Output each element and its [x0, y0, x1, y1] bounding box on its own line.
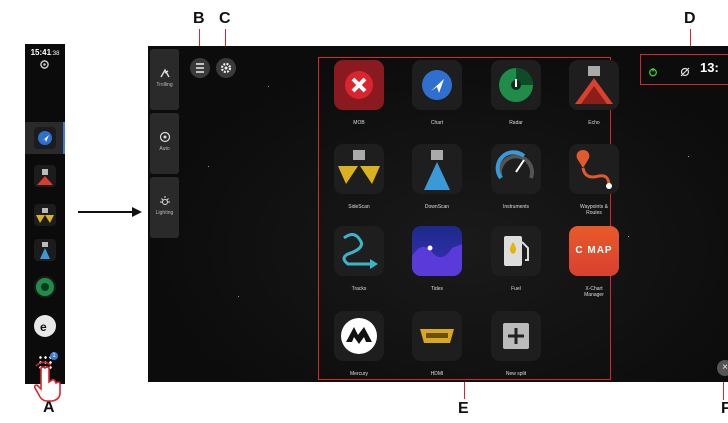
autopilot-icon	[159, 131, 170, 143]
mini-selected-indicator	[63, 122, 65, 154]
mini-sidescan-icon[interactable]	[34, 204, 56, 226]
app-label: Fuel	[511, 286, 521, 292]
mini-apps-badge: 1	[50, 352, 58, 360]
app-label: MOB	[353, 120, 365, 126]
app-label: Waypoints & Routes	[580, 204, 608, 216]
app-label: Chart	[430, 120, 444, 126]
settings-button[interactable]	[216, 58, 236, 78]
waypoints-icon	[569, 144, 619, 194]
echo-icon	[569, 60, 619, 110]
side-button-trolling[interactable]: Trolling	[150, 49, 179, 110]
callout-b: B	[193, 10, 205, 27]
callout-f: F	[721, 400, 728, 417]
app-label: Instruments	[502, 204, 530, 210]
app-radar[interactable]: Radar	[478, 60, 554, 140]
plus-icon	[491, 311, 541, 361]
app-tracks[interactable]: Tracks	[321, 226, 397, 306]
app-label: Echo	[588, 120, 600, 126]
mini-add-icon[interactable]: e	[34, 315, 56, 337]
app-label: DownScan	[424, 204, 450, 210]
app-waypoints[interactable]: Waypoints & Routes	[556, 144, 632, 224]
side-button-label: Lighting	[155, 210, 174, 216]
mini-clock-main: 15:41	[30, 48, 52, 57]
side-button-auto[interactable]: Auto	[150, 113, 179, 174]
app-label: HDMI	[430, 371, 444, 377]
status-area[interactable]: 13: Sa	[640, 58, 728, 84]
mini-radar-icon[interactable]	[34, 276, 56, 298]
lighting-icon	[159, 196, 170, 205]
arrow-icon	[78, 207, 142, 217]
trolling-icon	[159, 68, 170, 78]
mini-clock: 15:41:38	[25, 48, 65, 57]
close-button[interactable]: ×	[717, 360, 728, 376]
list-icon	[196, 63, 204, 73]
app-fuel[interactable]: Fuel	[478, 226, 554, 306]
callout-e-line	[464, 381, 465, 399]
app-label: X-Chart Manager	[584, 286, 604, 298]
callout-d: D	[684, 10, 696, 27]
hdmi-icon	[412, 311, 462, 361]
satellite-icon	[680, 67, 690, 77]
gear-icon	[220, 62, 232, 74]
app-tides[interactable]: Tides	[399, 226, 475, 306]
app-downscan[interactable]: DownScan	[399, 144, 475, 224]
callout-d-line	[690, 29, 691, 47]
mini-echo-icon[interactable]	[34, 165, 56, 187]
home-screen: Trolling Auto Lighting 13: Sa × MOB Chart…	[148, 46, 728, 382]
mini-chart-icon[interactable]	[34, 127, 56, 149]
sidescan-icon	[334, 144, 384, 194]
gear-icon[interactable]	[40, 60, 49, 69]
tides-icon	[412, 226, 462, 276]
cmap-logo-text: C MAP	[575, 245, 613, 256]
side-button-lighting[interactable]: Lighting	[150, 177, 179, 238]
app-instruments[interactable]: Instruments	[478, 144, 554, 224]
cmap-icon: C MAP	[569, 226, 619, 276]
app-echo[interactable]: Echo	[556, 60, 632, 140]
app-label: Radar	[509, 120, 523, 126]
app-mercury[interactable]: Mercury	[321, 311, 397, 382]
side-button-label: Trolling	[156, 82, 173, 88]
mini-sidebar: 15:41:38 e 1	[25, 44, 65, 384]
radar-icon	[491, 60, 541, 110]
mini-clock-sec: :38	[51, 51, 60, 57]
status-clock: 13:	[700, 60, 719, 75]
mob-icon	[334, 60, 384, 110]
app-mob[interactable]: MOB	[321, 60, 397, 140]
layout-list-button[interactable]	[190, 58, 210, 78]
mini-downscan-icon[interactable]	[34, 239, 56, 261]
tracks-icon	[334, 226, 384, 276]
app-hdmi[interactable]: HDMI	[399, 311, 475, 382]
app-plus[interactable]: New split	[478, 311, 554, 382]
downscan-icon	[412, 144, 462, 194]
app-label: New split	[505, 371, 527, 377]
instruments-icon	[491, 144, 541, 194]
app-sidescan[interactable]: SideScan	[321, 144, 397, 224]
callout-e: E	[458, 400, 469, 417]
app-label: Tides	[430, 286, 444, 292]
callout-c: C	[219, 10, 231, 27]
app-chart[interactable]: Chart	[399, 60, 475, 140]
power-icon	[649, 68, 657, 77]
chart-icon	[412, 60, 462, 110]
app-label: Tracks	[351, 286, 367, 292]
app-label: Mercury	[349, 371, 369, 377]
app-label: SideScan	[348, 204, 370, 210]
side-button-label: Auto	[159, 146, 170, 152]
svg-text:e: e	[40, 320, 47, 334]
fuel-icon	[491, 226, 541, 276]
mercury-icon	[334, 311, 384, 361]
tap-hand-icon	[33, 361, 61, 402]
app-cmap[interactable]: C MAP X-Chart Manager	[556, 226, 632, 306]
